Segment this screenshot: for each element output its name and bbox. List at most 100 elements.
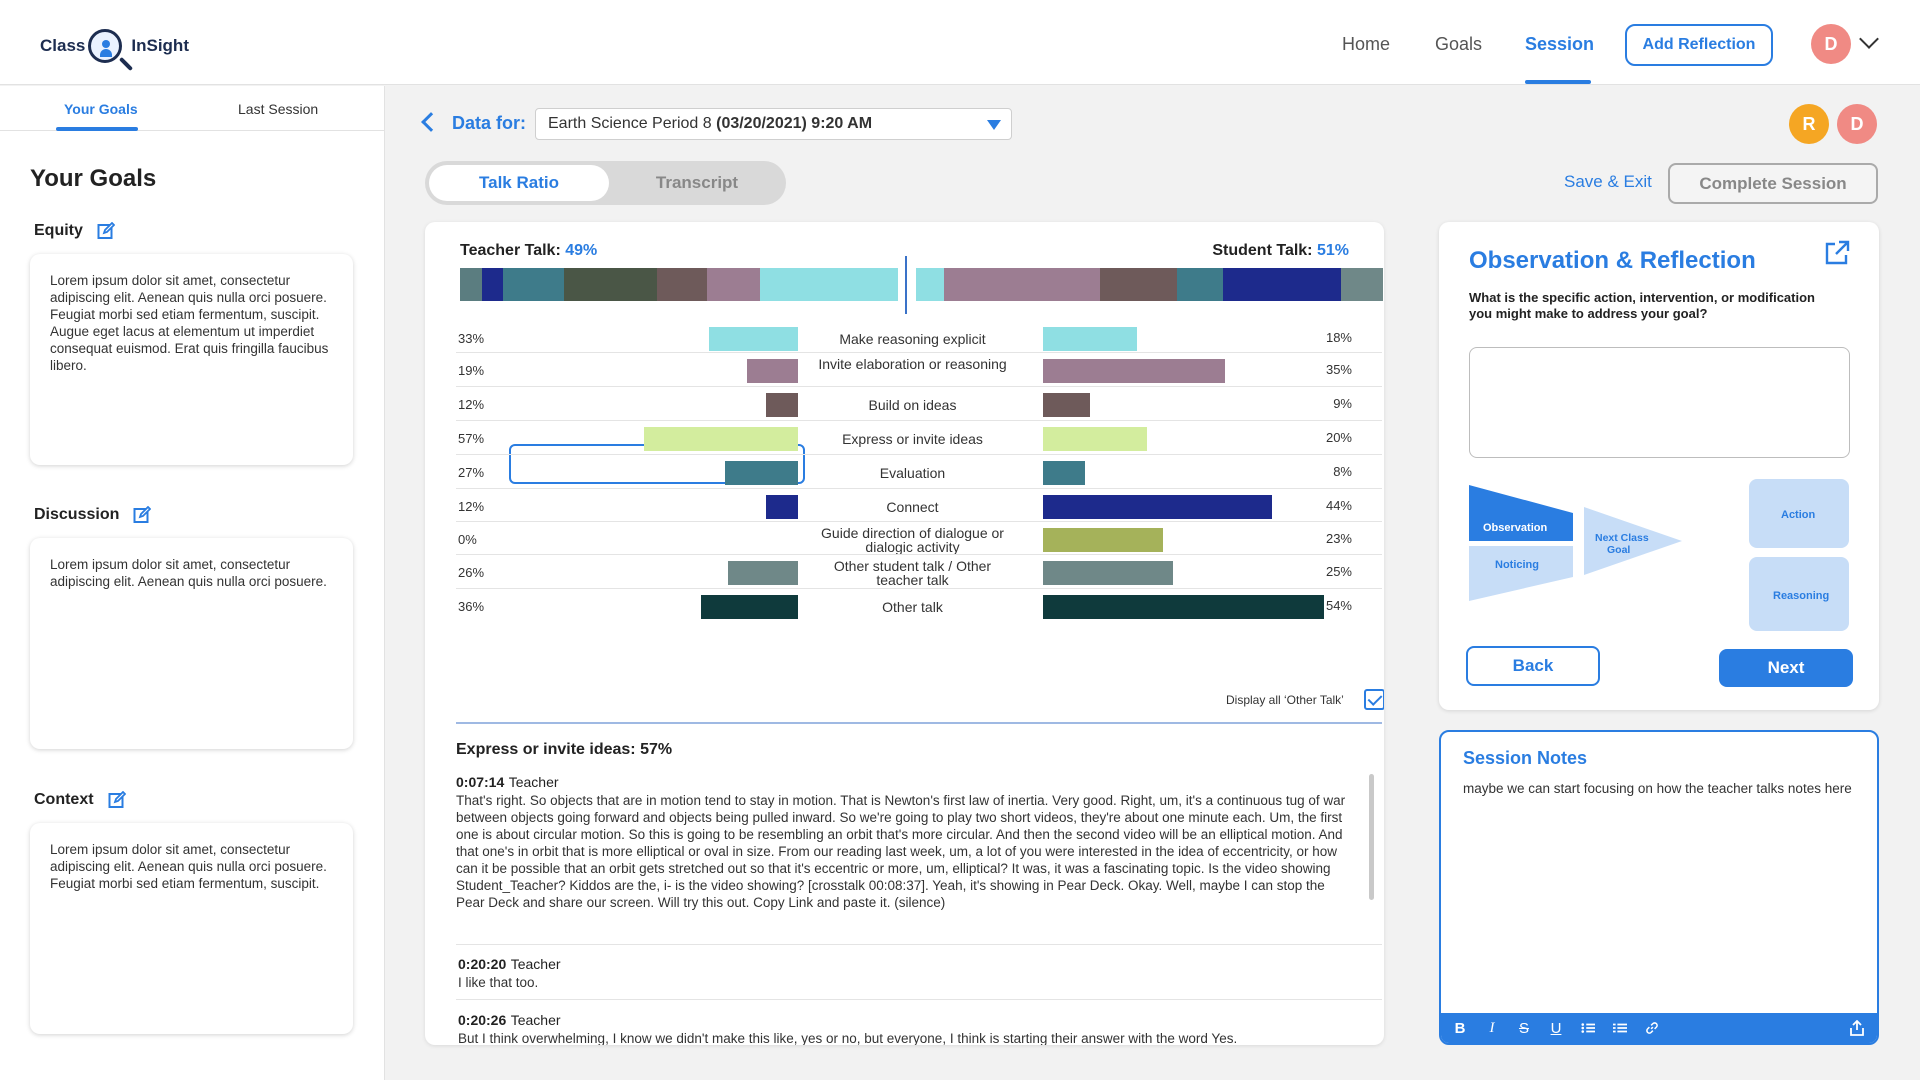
- numbered-list-icon[interactable]: [1581, 1021, 1595, 1035]
- teacher-percent: 27%: [458, 465, 485, 480]
- reflection-cycle-diagram: Observation Noticing Next Class Goal Act…: [1469, 479, 1849, 631]
- link-icon[interactable]: [1645, 1020, 1659, 1036]
- complete-session-button[interactable]: Complete Session: [1668, 163, 1878, 204]
- category-label: Other student talk / Other teacher talk: [833, 558, 992, 588]
- transcript-entry[interactable]: 0:07:14 Teacher That's right. So objects…: [456, 774, 1356, 911]
- teacher-percent: 57%: [458, 431, 485, 446]
- stack-segment[interactable]: [1340, 268, 1383, 301]
- session-notes-editor[interactable]: maybe we can start focusing on how the t…: [1463, 780, 1853, 797]
- teacher-talk-percent: 49%: [565, 242, 598, 259]
- underline-button[interactable]: U: [1549, 1020, 1563, 1037]
- student-bar[interactable]: [1043, 528, 1163, 552]
- stack-segment[interactable]: [1100, 268, 1177, 301]
- transcript-scrollbar[interactable]: [1369, 774, 1374, 900]
- student-bar[interactable]: [1043, 327, 1137, 351]
- teacher-talk-summary: Teacher Talk: 49%: [460, 242, 597, 260]
- teacher-talk-label: Teacher Talk:: [460, 242, 561, 259]
- session-select[interactable]: Earth Science Period 8 (03/20/2021) 9:20…: [535, 108, 1012, 140]
- classinsight-logo[interactable]: Class InSight: [40, 22, 189, 70]
- diagram-noticing-shape: [1469, 546, 1573, 601]
- row-divider: [456, 521, 1382, 522]
- teacher-bar[interactable]: [728, 561, 798, 585]
- notes-toolbar: B I S U: [1441, 1013, 1877, 1043]
- goal-header-context: Context: [34, 791, 126, 809]
- participant-avatar[interactable]: D: [1837, 104, 1877, 144]
- user-avatar[interactable]: D: [1811, 24, 1851, 64]
- category-label: Guide direction of dialogue or dialogic …: [821, 525, 1004, 555]
- italic-button[interactable]: I: [1485, 1020, 1499, 1037]
- student-bar[interactable]: [1043, 359, 1225, 383]
- tab-your-goals[interactable]: Your Goals: [64, 101, 138, 117]
- nav-home[interactable]: Home: [1342, 34, 1390, 55]
- stack-segment[interactable]: [656, 268, 708, 301]
- student-bar[interactable]: [1043, 561, 1173, 585]
- goal-label: Equity: [34, 222, 83, 239]
- display-other-talk-checkbox[interactable]: [1364, 689, 1384, 710]
- transcript-speaker: Teacher: [510, 956, 561, 972]
- teacher-bar[interactable]: [701, 595, 798, 619]
- tab-last-session[interactable]: Last Session: [238, 101, 318, 117]
- top-header: Class InSight Home Goals Session Add Ref…: [0, 0, 1920, 85]
- stack-segment[interactable]: [944, 268, 1101, 301]
- nav-session[interactable]: Session: [1525, 34, 1594, 55]
- stack-segment[interactable]: [707, 268, 760, 301]
- student-bar[interactable]: [1043, 427, 1147, 451]
- category-label: Other talk: [882, 599, 943, 615]
- student-talk-label: Student Talk:: [1212, 242, 1313, 259]
- logo-text-insight: InSight: [131, 36, 189, 55]
- teacher-bar[interactable]: [725, 461, 798, 485]
- add-reflection-button[interactable]: Add Reflection: [1625, 24, 1773, 66]
- view-toggle: Talk Ratio Transcript: [425, 161, 786, 205]
- bold-button[interactable]: B: [1453, 1020, 1467, 1037]
- chevron-down-icon[interactable]: [1859, 29, 1879, 49]
- student-bar[interactable]: [1043, 393, 1090, 417]
- teacher-bar[interactable]: [644, 427, 798, 451]
- participant-avatar[interactable]: R: [1789, 104, 1829, 144]
- stack-segment[interactable]: [1222, 268, 1341, 301]
- teacher-percent: 0%: [458, 532, 477, 547]
- teacher-percent: 19%: [458, 363, 485, 378]
- strikethrough-button[interactable]: S: [1517, 1020, 1531, 1037]
- display-other-talk-label: Display all ‘Other Talk’: [1226, 693, 1344, 707]
- teacher-stacked-bar[interactable]: [460, 268, 898, 301]
- share-icon[interactable]: [1849, 1020, 1865, 1036]
- tab-talk-ratio[interactable]: Talk Ratio: [429, 165, 609, 201]
- student-percent: 18%: [1325, 330, 1352, 345]
- transcript-entry[interactable]: 0:20:20 Teacher I like that too.: [458, 956, 1358, 991]
- stack-segment[interactable]: [759, 268, 898, 301]
- stack-segment[interactable]: [502, 268, 564, 301]
- edit-icon[interactable]: [133, 506, 152, 524]
- student-bar[interactable]: [1043, 461, 1085, 485]
- teacher-bar[interactable]: [766, 495, 798, 519]
- stack-segment[interactable]: [1176, 268, 1223, 301]
- tab-active-indicator: [56, 127, 138, 131]
- student-stacked-bar[interactable]: [916, 268, 1383, 301]
- stack-segment[interactable]: [563, 268, 657, 301]
- student-bar[interactable]: [1043, 595, 1324, 619]
- student-bar[interactable]: [1043, 495, 1272, 519]
- teacher-bar[interactable]: [747, 359, 798, 383]
- popout-icon[interactable]: [1824, 240, 1850, 266]
- edit-icon[interactable]: [97, 222, 115, 240]
- stack-segment[interactable]: [916, 268, 945, 301]
- tab-transcript[interactable]: Transcript: [611, 165, 783, 201]
- bullet-list-icon[interactable]: [1613, 1021, 1627, 1035]
- student-percent: 44%: [1325, 498, 1352, 513]
- category-label: Evaluation: [879, 465, 946, 481]
- session-notes-title: Session Notes: [1463, 748, 1588, 768]
- back-chevron-icon[interactable]: [421, 112, 441, 132]
- transcript-entry[interactable]: 0:20:26 Teacher But I think overwhelming…: [458, 1012, 1368, 1045]
- goal-card-context: Lorem ipsum dolor sit amet, consectetur …: [30, 823, 353, 1034]
- diagram-next-goal-label-1: Next Class: [1595, 532, 1649, 544]
- stack-segment[interactable]: [482, 268, 503, 301]
- teacher-bar[interactable]: [766, 393, 798, 417]
- save-exit-link[interactable]: Save & Exit: [1564, 172, 1652, 192]
- reflection-textarea[interactable]: [1469, 347, 1850, 458]
- edit-icon[interactable]: [108, 791, 126, 809]
- nav-goals[interactable]: Goals: [1435, 34, 1482, 55]
- student-percent: 20%: [1325, 430, 1352, 445]
- back-button[interactable]: Back: [1466, 646, 1600, 686]
- next-button[interactable]: Next: [1719, 649, 1853, 687]
- teacher-bar[interactable]: [709, 327, 798, 351]
- stack-segment[interactable]: [460, 268, 483, 301]
